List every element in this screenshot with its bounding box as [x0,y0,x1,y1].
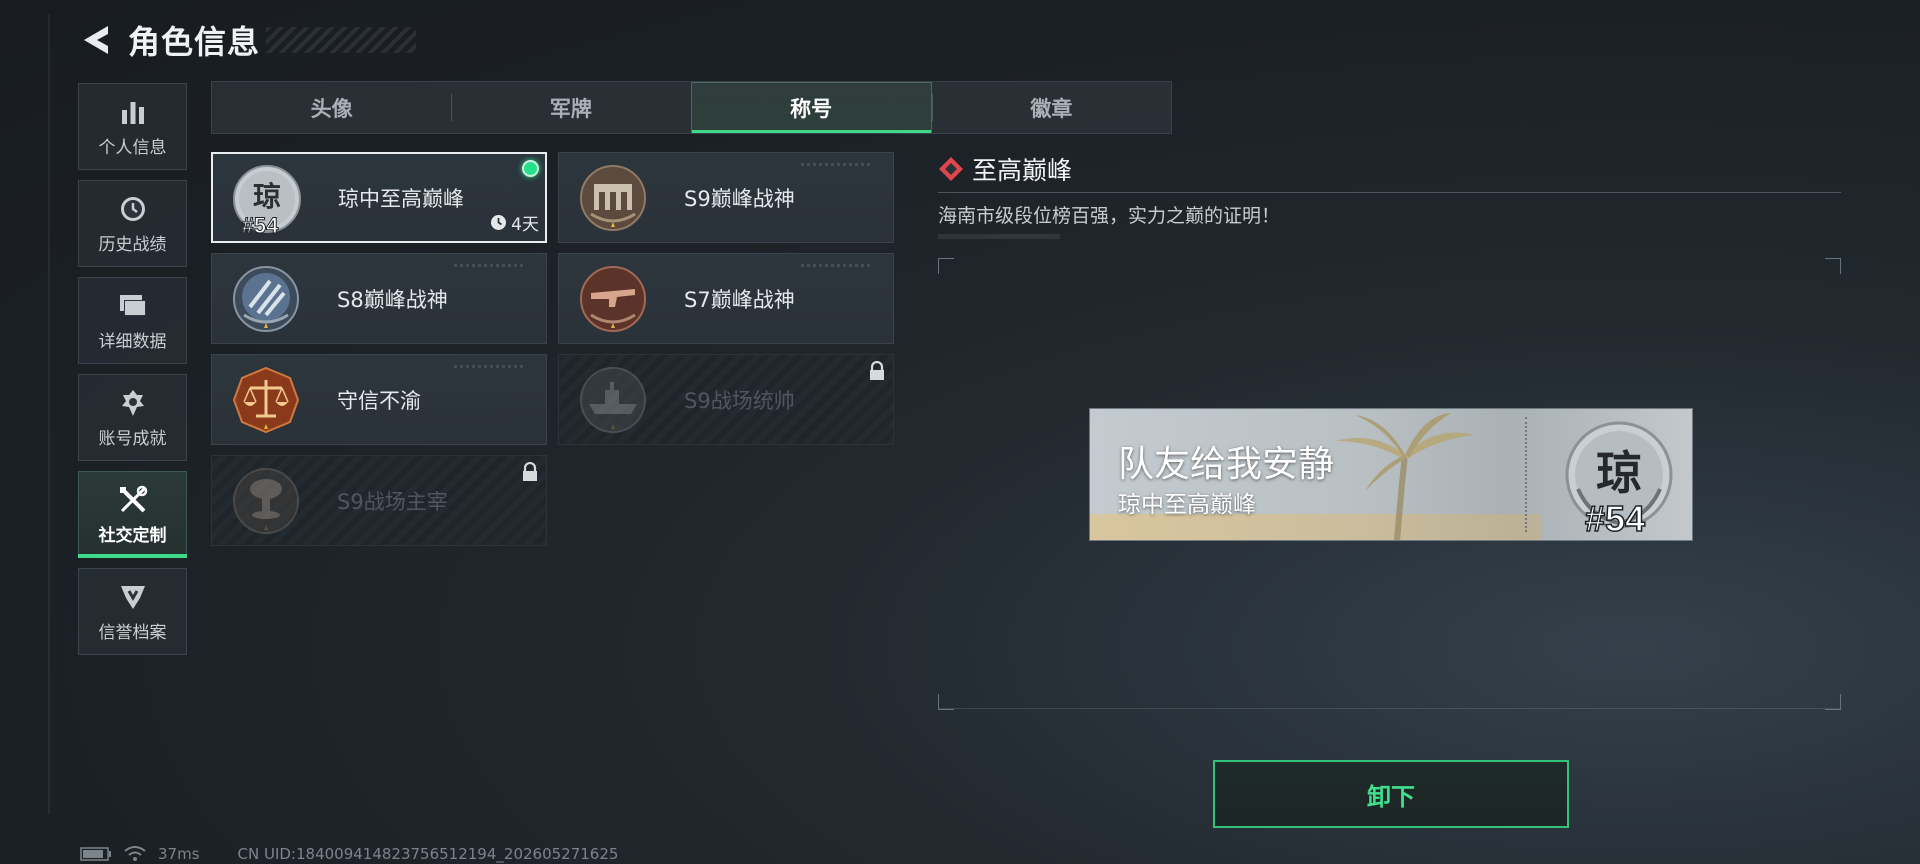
lock-icon [870,361,884,380]
tab-title[interactable]: 称号 [690,82,932,133]
sidebar-item-history[interactable]: 历史战绩 [78,180,187,267]
title-card[interactable]: S8巅峰战神 [211,253,547,344]
sidebar-item-label: 账号成就 [98,429,167,449]
banner-divider [1525,417,1527,532]
title-name: S9战场主宰 [337,489,448,514]
sidebar-item-label: 详细数据 [98,332,167,352]
tab-badge[interactable]: 徽章 [931,82,1171,133]
expiry-timer: 4天 [490,210,539,235]
card-decoration [454,264,524,267]
card-decoration [801,163,871,166]
history-clock-icon [118,192,148,226]
emblem-rank: #54 [242,213,279,235]
battery-icon [80,847,111,861]
category-tabs: 头像 军牌 称号 徽章 [211,81,1172,134]
title-name: 守信不渝 [337,388,421,413]
frame-corner [1825,694,1841,710]
sidebar-item-label: 信誉档案 [98,623,167,643]
title-name: S9战场统帅 [684,388,795,413]
title-card[interactable]: 守信不渝 [211,354,547,445]
folders-icon [118,289,148,323]
sidebar-item-label: 个人信息 [98,138,167,158]
detail-subtext-placeholder [938,234,1060,239]
warship-emblem-icon [580,367,646,433]
palm-tree-icon [1335,413,1475,540]
fortress-emblem-icon [580,165,646,231]
badge-char: 琼 [1596,446,1642,500]
sidebar-item-personal-info[interactable]: 个人信息 [78,83,187,170]
back-button[interactable] [78,22,114,58]
badge-rank: #54 [1585,498,1645,537]
sidebar-item-achievements[interactable]: 账号成就 [78,374,187,461]
rifle-emblem-icon [580,266,646,332]
qiong-rank-emblem-icon: 琼 #54 [233,165,301,235]
ping-text: 37ms [158,845,200,863]
card-decoration [801,264,871,267]
title-name: S7巅峰战神 [684,287,795,312]
detail-title-row: 至高巅峰 [938,150,1841,188]
card-decoration [454,365,524,368]
unequip-button[interactable]: 卸下 [1213,760,1569,828]
achievement-icon [118,386,148,420]
diamond-icon [939,157,963,181]
sidebar-item-social-custom[interactable]: 社交定制 [78,471,187,558]
tools-icon [117,483,149,517]
tab-avatar[interactable]: 头像 [212,82,451,133]
timer-text: 4天 [511,215,539,235]
title-card-locked[interactable]: S9战场主宰 [211,455,547,546]
striped-globe-emblem-icon [233,266,299,332]
title-detail: 至高巅峰 海南市级段位榜百强，实力之巅的证明！ [938,150,1841,239]
clock-icon [491,215,507,230]
detail-title: 至高巅峰 [972,156,1073,185]
title-name: S9巅峰战神 [684,186,795,211]
status-bar: 37ms CN UID:18400941482375651​2194_20260… [80,845,618,863]
tab-dogtag[interactable]: 军牌 [451,82,690,133]
back-arrow-icon [84,26,108,54]
sidebar-item-credit[interactable]: 信誉档案 [78,568,187,655]
title-preview-banner: 队友给我安静 琼中至高巅峰 琼 #54 [1089,408,1693,541]
credit-shield-icon [118,580,148,614]
header-decoration [266,27,417,53]
emblem-char: 琼 [253,180,281,213]
bg-line [48,14,50,814]
bar-chart-icon [119,95,147,129]
preview-title-name: 琼中至高巅峰 [1118,492,1256,518]
page-header: 角色信息 [78,18,417,62]
uid-text: CN UID:18400941482375651​2194_2026052716… [237,845,619,863]
lock-icon [523,462,537,481]
frame-corner [1825,258,1841,274]
sidebar-item-label: 社交定制 [98,526,167,546]
title-card[interactable]: S9巅峰战神 [558,152,894,243]
mushroom-cloud-emblem-icon [233,468,299,534]
frame-corner [938,694,954,710]
title-name: S8巅峰战神 [337,287,448,312]
preview-player-name: 队友给我安静 [1118,444,1335,485]
frame-corner [938,258,954,274]
qiong-rank-badge-icon: 琼 #54 [1565,421,1673,537]
title-card-locked[interactable]: S9战场统帅 [558,354,894,445]
title-card[interactable]: S7巅峰战神 [558,253,894,344]
wifi-icon [124,846,146,861]
equipped-indicator [522,160,539,177]
title-card[interactable]: 琼 #54 琼中至高巅峰 4天 [211,152,547,243]
scales-emblem-icon [232,366,300,434]
page-title: 角色信息 [128,23,261,61]
detail-description: 海南市级段位榜百强，实力之巅的证明！ [938,205,1281,227]
divider [938,192,1841,193]
sidebar-item-label: 历史战绩 [98,235,167,255]
sidebar-item-detailed-data[interactable]: 详细数据 [78,277,187,364]
title-name: 琼中至高巅峰 [338,186,464,211]
sidebar: 个人信息 历史战绩 详细数据 账号成就 社交定制 信誉档案 [78,83,187,665]
